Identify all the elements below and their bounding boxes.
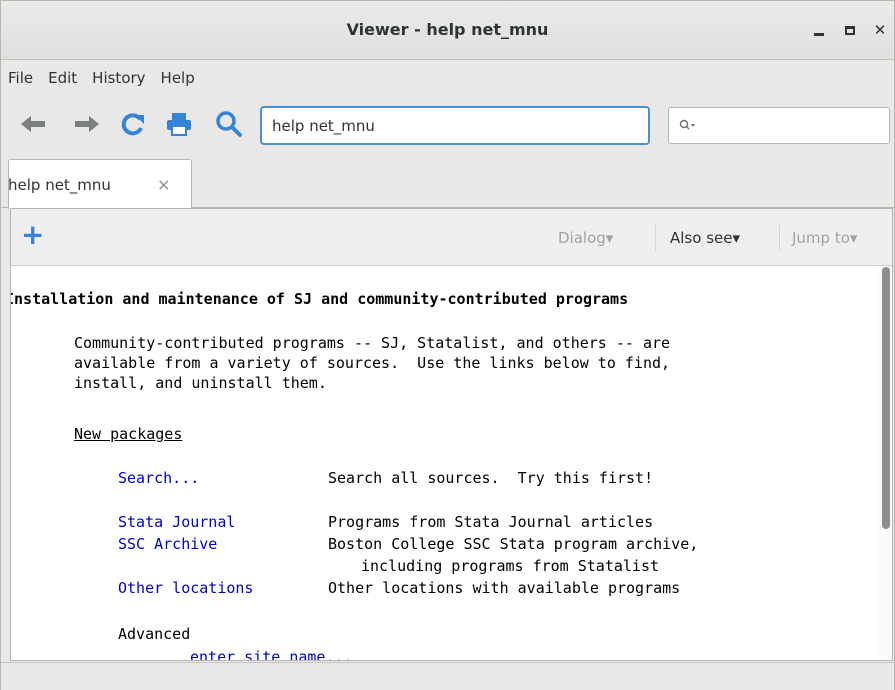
print-button[interactable] — [162, 107, 196, 141]
doc-intro-line: install, and uninstall them. — [74, 374, 327, 392]
forward-arrow-icon — [75, 116, 99, 132]
vertical-scrollbar[interactable] — [879, 267, 892, 660]
search-link[interactable]: Search... — [118, 468, 199, 488]
ssc-archive-description-cont: including programs from Statalist — [361, 557, 660, 575]
menu-bar: File Edit History Help — [1, 61, 894, 95]
menu-file[interactable]: File — [8, 69, 33, 87]
magnifier-icon — [216, 111, 242, 137]
doc-heading: Installation and maintenance of SJ and c… — [11, 290, 629, 308]
refresh-button[interactable] — [116, 107, 150, 141]
tab-help-net-mnu[interactable]: help net_mnu × — [8, 159, 192, 209]
back-arrow-icon — [21, 116, 45, 132]
also-see-menu-button[interactable]: Also see▾ — [670, 229, 740, 247]
add-tab-icon[interactable]: + — [21, 221, 44, 249]
address-input[interactable]: help net_mnu — [260, 106, 650, 145]
doc-intro-line: Community-contributed programs -- SJ, St… — [74, 334, 671, 352]
stata-journal-link[interactable]: Stata Journal — [118, 512, 235, 532]
tab-close-icon[interactable]: × — [157, 175, 170, 194]
doc-intro-line: available from a variety of sources. Use… — [74, 354, 671, 372]
toolbar-divider — [779, 225, 780, 251]
tab-strip: help net_mnu × — [1, 155, 894, 209]
close-icon: ✕ — [873, 21, 887, 39]
find-button[interactable] — [212, 107, 246, 141]
refresh-icon — [121, 113, 144, 136]
minimize-button[interactable] — [804, 15, 834, 45]
window-title: Viewer - help net_mnu — [346, 20, 549, 39]
maximize-button[interactable] — [835, 15, 865, 45]
menu-edit[interactable]: Edit — [48, 69, 77, 87]
search-icon — [679, 119, 695, 129]
viewer-window: Viewer - help net_mnu ✕ File Edit Histor… — [0, 0, 895, 690]
title-bar: Viewer - help net_mnu ✕ — [1, 1, 894, 60]
dialog-menu-button[interactable]: Dialog▾ — [558, 229, 613, 247]
advanced-label: Advanced — [118, 625, 191, 643]
search-description: Search all sources. Try this first! — [328, 469, 654, 487]
minimize-icon — [814, 33, 824, 36]
jump-to-menu-button[interactable]: Jump to▾ — [792, 229, 857, 247]
viewer-toolbar: + Dialog▾ Also see▾ Jump to▾ — [11, 209, 892, 266]
ssc-archive-link[interactable]: SSC Archive — [118, 534, 217, 554]
menu-help[interactable]: Help — [161, 69, 195, 87]
help-document: Installation and maintenance of SJ and c… — [11, 267, 879, 660]
close-button[interactable]: ✕ — [865, 15, 895, 45]
search-field[interactable] — [668, 107, 890, 144]
ssc-archive-description: Boston College SSC Stata program archive… — [328, 535, 699, 553]
stata-journal-description: Programs from Stata Journal articles — [328, 513, 654, 531]
scrollbar-thumb[interactable] — [882, 267, 890, 529]
other-locations-link[interactable]: Other locations — [118, 578, 253, 598]
maximize-icon — [845, 25, 855, 35]
viewer-content-frame: + Dialog▾ Also see▾ Jump to▾ Installatio… — [10, 208, 893, 661]
toolbar-divider — [655, 225, 656, 251]
menu-history[interactable]: History — [92, 69, 145, 87]
tab-label: help net_mnu — [8, 175, 111, 194]
printer-icon — [167, 113, 191, 136]
enter-site-name-link[interactable]: enter site name... — [190, 647, 353, 660]
back-button[interactable] — [16, 107, 50, 141]
forward-button[interactable] — [70, 107, 104, 141]
status-bar — [1, 662, 894, 690]
new-packages-heading: New packages — [74, 425, 183, 443]
other-locations-description: Other locations with available programs — [328, 579, 681, 597]
